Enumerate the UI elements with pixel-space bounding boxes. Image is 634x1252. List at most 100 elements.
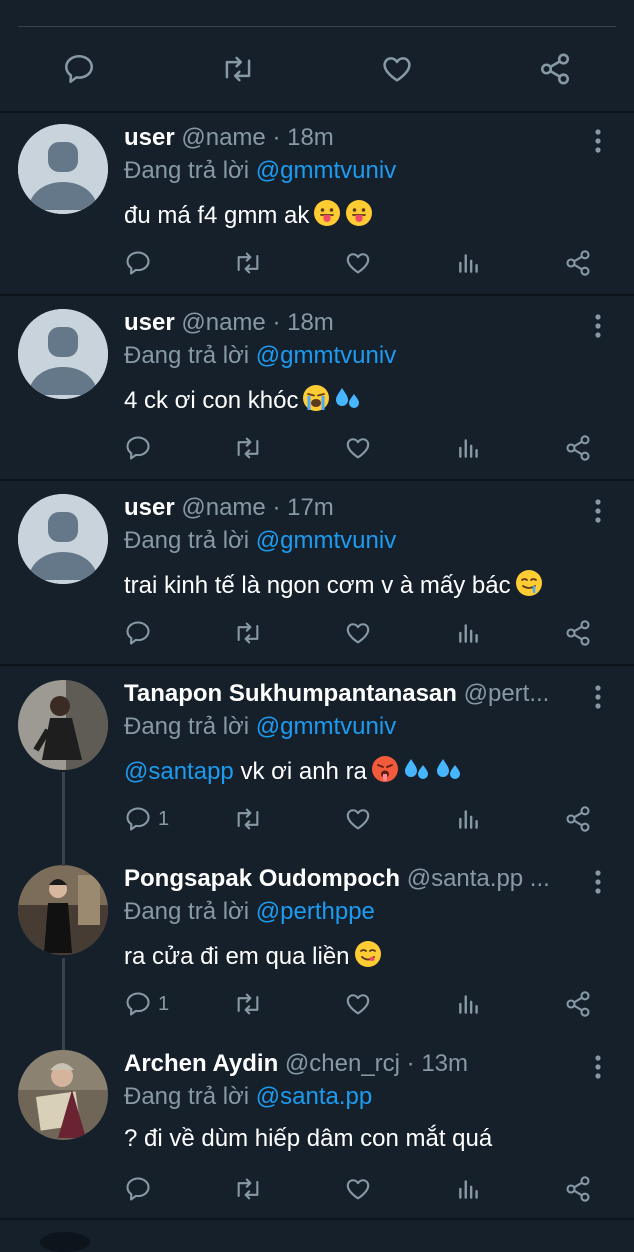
- separator-dot: ·: [265, 494, 288, 521]
- main-like-button[interactable]: [379, 52, 415, 86]
- retweet-icon: [237, 622, 259, 644]
- avatar[interactable]: [18, 309, 108, 399]
- reply-button[interactable]: [124, 619, 158, 647]
- avatar[interactable]: [18, 494, 108, 584]
- like-button[interactable]: [344, 1175, 372, 1203]
- reply-icon: [126, 992, 150, 1016]
- retweet-icon: [225, 56, 251, 82]
- views-button[interactable]: [456, 990, 482, 1018]
- main-share-button[interactable]: [538, 52, 572, 86]
- retweet-icon: [237, 808, 259, 830]
- retweet-button[interactable]: [232, 990, 264, 1018]
- like-button[interactable]: [344, 249, 372, 277]
- more-vertical-icon: [595, 1055, 601, 1079]
- share-button[interactable]: [564, 1175, 592, 1203]
- user-handle[interactable]: @santa.pp ...: [407, 865, 550, 892]
- reply-button[interactable]: 1: [124, 805, 169, 833]
- replying-to-label: Đang trả lời: [124, 1083, 250, 1110]
- share-button[interactable]: [564, 249, 592, 277]
- replying-to-mention[interactable]: @gmmtvuniv: [256, 527, 396, 554]
- heart-icon: [383, 57, 411, 82]
- avatar[interactable]: [18, 680, 108, 770]
- replying-to-mention[interactable]: @gmmtvuniv: [256, 713, 396, 740]
- tweet-header: Archen Aydin @chen_rcj · 13m: [124, 1050, 576, 1078]
- share-icon: [540, 53, 570, 85]
- share-button[interactable]: [564, 805, 592, 833]
- reply-icon: [126, 436, 150, 460]
- reply-button[interactable]: [124, 434, 158, 462]
- retweet-button[interactable]: [232, 805, 264, 833]
- views-button[interactable]: [456, 805, 482, 833]
- more-vertical-icon: [595, 499, 601, 523]
- body-mention-link[interactable]: @santapp: [124, 758, 234, 785]
- share-icon: [566, 250, 590, 276]
- like-button[interactable]: [344, 990, 372, 1018]
- avatar[interactable]: [18, 124, 108, 214]
- user-handle[interactable]: @chen_rcj: [285, 1050, 400, 1077]
- more-options-button[interactable]: [586, 126, 610, 156]
- retweet-button[interactable]: [232, 249, 264, 277]
- share-button[interactable]: [564, 619, 592, 647]
- retweet-button[interactable]: [232, 434, 264, 462]
- more-options-button[interactable]: [586, 311, 610, 341]
- more-options-button[interactable]: [586, 1052, 610, 1082]
- next-avatar-partial: [40, 1232, 90, 1252]
- main-retweet-button[interactable]: [220, 52, 256, 86]
- main-reply-button[interactable]: [62, 52, 96, 86]
- more-vertical-icon: [595, 129, 601, 153]
- more-options-button[interactable]: [586, 867, 610, 897]
- yum-face-emoji: [354, 941, 381, 967]
- replying-to-mention[interactable]: @santa.pp: [256, 1083, 372, 1110]
- more-vertical-icon: [595, 314, 601, 338]
- display-name[interactable]: Archen Aydin: [124, 1050, 278, 1077]
- more-options-button[interactable]: [586, 682, 610, 712]
- retweet-button[interactable]: [232, 619, 264, 647]
- like-button[interactable]: [344, 434, 372, 462]
- display-name[interactable]: Pongsapak Oudompoch: [124, 865, 400, 892]
- reply-button[interactable]: [124, 249, 158, 277]
- retweet-button[interactable]: [232, 1175, 264, 1203]
- views-button[interactable]: [456, 1175, 482, 1203]
- share-icon: [566, 620, 590, 646]
- sweat-droplets-emoji: [404, 759, 428, 779]
- tongue-face-emoji: [346, 200, 373, 226]
- crying-face-emoji: [303, 385, 330, 411]
- like-button[interactable]: [344, 805, 372, 833]
- user-handle[interactable]: @pert...: [464, 680, 550, 707]
- views-button[interactable]: [456, 619, 482, 647]
- reply-button[interactable]: 1: [124, 990, 169, 1018]
- retweet-icon: [237, 437, 259, 459]
- display-name[interactable]: user: [124, 124, 175, 151]
- tweet-text: trai kinh tế là ngon cơm v à mấy bác: [124, 569, 543, 600]
- display-name[interactable]: Tanapon Sukhumpantanasan: [124, 680, 457, 707]
- replying-to-label: Đang trả lời: [124, 527, 250, 554]
- separator-dot: ·: [265, 309, 288, 336]
- user-handle[interactable]: @name: [181, 309, 265, 336]
- replying-to: Đang trả lời @perthppe: [124, 898, 375, 926]
- avatar[interactable]: [18, 865, 108, 955]
- user-handle[interactable]: @name: [181, 124, 265, 151]
- share-button[interactable]: [564, 990, 592, 1018]
- share-button[interactable]: [564, 434, 592, 462]
- display-name[interactable]: user: [124, 309, 175, 336]
- reply-icon: [126, 807, 150, 831]
- display-name[interactable]: user: [124, 494, 175, 521]
- top-divider: [18, 26, 616, 27]
- tweet-text-content: ra cửa đi em qua liền: [124, 943, 350, 970]
- avatar[interactable]: [18, 1050, 108, 1140]
- reply-button[interactable]: [124, 1175, 158, 1203]
- like-button[interactable]: [344, 619, 372, 647]
- user-handle[interactable]: @name: [181, 494, 265, 521]
- replying-to: Đang trả lời @gmmtvuniv: [124, 527, 396, 555]
- tweet-text: ra cửa đi em qua liền: [124, 940, 382, 971]
- views-button[interactable]: [456, 249, 482, 277]
- more-options-button[interactable]: [586, 496, 610, 526]
- tweet-header: user @name · 18m: [124, 309, 334, 337]
- replying-to-label: Đang trả lời: [124, 157, 250, 184]
- replying-to: Đang trả lời @gmmtvuniv: [124, 713, 396, 741]
- replying-to-mention[interactable]: @gmmtvuniv: [256, 157, 396, 184]
- replying-to-mention[interactable]: @gmmtvuniv: [256, 342, 396, 369]
- replying-to-mention[interactable]: @perthppe: [256, 898, 375, 925]
- heart-icon: [346, 994, 370, 1015]
- views-button[interactable]: [456, 434, 482, 462]
